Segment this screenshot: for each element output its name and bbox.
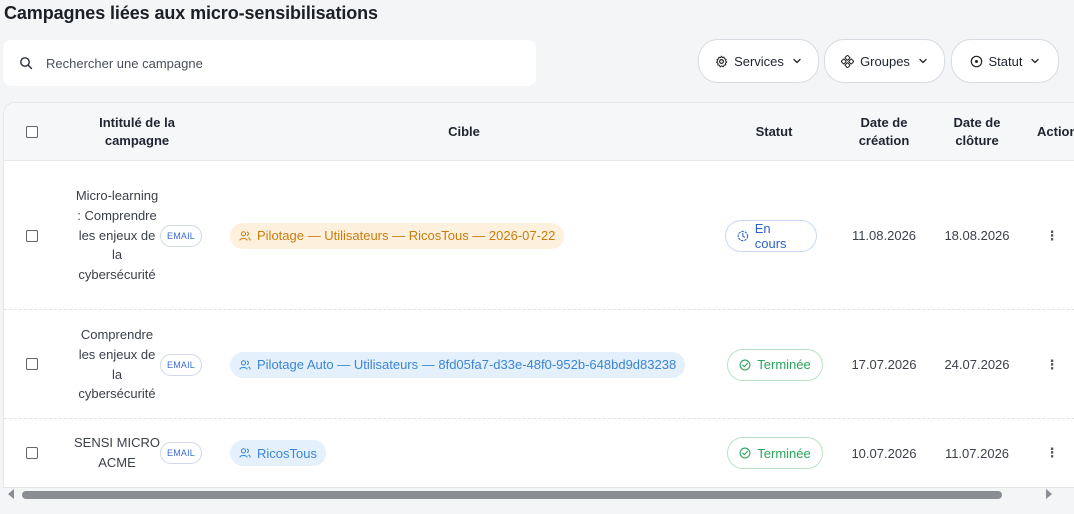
more-actions-icon[interactable]: ⋮ <box>1042 310 1062 419</box>
status-badge: En cours <box>725 219 817 252</box>
search-icon <box>20 57 33 70</box>
channel-badge: EMAIL <box>160 442 203 464</box>
channel-badge: EMAIL <box>160 353 203 376</box>
target-pill[interactable]: Pilotage Auto — Utilisateurs — 8fd05fa7-… <box>230 351 686 378</box>
users-icon <box>239 359 251 370</box>
campaign-name[interactable]: Micro-learning : Comprendre les enjeux d… <box>74 161 160 310</box>
campaign-name[interactable]: Comprendre les enjeux de la cybersécurit… <box>74 310 160 419</box>
creation-date: 17.07.2026 <box>851 357 917 372</box>
search-bar[interactable] <box>3 40 536 86</box>
column-header-closed[interactable]: Date de clôture <box>937 103 1017 161</box>
closing-date: 11.07.2026 <box>944 445 1010 461</box>
page-title: Campagnes liées aux micro-sensibilisatio… <box>4 3 378 23</box>
status-label: Terminée <box>757 445 811 461</box>
row-checkbox[interactable] <box>26 358 38 370</box>
status-badge: Terminée <box>727 437 823 469</box>
table-row[interactable]: SENSI MICRO ACME EMAIL RicosTous Terminé… <box>4 419 1074 487</box>
table-row[interactable]: Comprendre les enjeux de la cybersécurit… <box>4 310 1074 419</box>
horizontal-scrollbar[interactable] <box>0 488 1074 504</box>
clock-icon <box>737 230 749 241</box>
groups-icon <box>841 54 855 68</box>
gear-icon <box>716 55 728 67</box>
creation-date: 10.07.2026 <box>851 445 917 461</box>
users-icon <box>239 448 251 458</box>
status-label: En cours <box>754 220 787 251</box>
table-header: Intitulé de la campagne Cible Statut Dat… <box>4 103 1074 161</box>
scroll-left-icon[interactable] <box>8 489 14 499</box>
channel-badge: EMAIL <box>160 224 203 247</box>
chevron-down-icon <box>919 58 927 64</box>
check-circle-icon <box>739 447 751 459</box>
table-row[interactable]: Micro-learning : Comprendre les enjeux d… <box>4 161 1074 310</box>
campaigns-table: Intitulé de la campagne Cible Statut Dat… <box>3 102 1074 488</box>
target-label: Pilotage Auto — Utilisateurs — 8fd05fa7-… <box>257 357 677 372</box>
status-filter-button[interactable]: Statut <box>951 39 1059 83</box>
row-checkbox[interactable] <box>26 447 38 459</box>
target-pill[interactable]: Pilotage — Utilisateurs — RicosTous — 20… <box>230 222 565 249</box>
status-circle-icon <box>970 55 982 67</box>
column-header-name[interactable]: Intitulé de la campagne <box>87 103 187 161</box>
check-circle-icon <box>739 359 751 370</box>
search-input[interactable] <box>46 55 506 71</box>
groups-filter-label: Groupes <box>860 53 910 69</box>
status-badge: Terminée <box>727 348 823 381</box>
target-label: Pilotage — Utilisateurs — RicosTous — 20… <box>257 228 556 243</box>
chevron-down-icon <box>1031 58 1040 64</box>
closing-date: 24.07.2026 <box>944 357 1010 372</box>
column-header-status[interactable]: Statut <box>734 103 814 161</box>
status-label: Terminée <box>757 357 811 372</box>
groups-filter-button[interactable]: Groupes <box>824 39 945 83</box>
users-icon <box>239 230 251 241</box>
status-filter-label: Statut <box>988 53 1023 69</box>
creation-date: 11.08.2026 <box>851 228 917 243</box>
column-header-target[interactable]: Cible <box>424 103 504 161</box>
services-filter-label: Services <box>734 53 784 69</box>
target-label: RicosTous <box>257 445 317 461</box>
services-filter-button[interactable]: Services <box>698 39 819 83</box>
chevron-down-icon <box>793 58 801 64</box>
scrollbar-thumb[interactable] <box>22 491 1002 499</box>
target-pill[interactable]: RicosTous <box>230 440 326 466</box>
scroll-right-icon[interactable] <box>1046 489 1052 499</box>
more-actions-icon[interactable]: ⋮ <box>1042 161 1062 310</box>
column-header-created[interactable]: Date de création <box>844 103 924 161</box>
select-all-checkbox[interactable] <box>26 126 38 138</box>
campaign-name[interactable]: SENSI MICRO ACME <box>74 419 160 487</box>
row-checkbox[interactable] <box>26 230 38 242</box>
column-header-actions: Actions <box>1037 124 1074 139</box>
closing-date: 18.08.2026 <box>944 228 1010 243</box>
more-actions-icon[interactable]: ⋮ <box>1042 419 1062 487</box>
